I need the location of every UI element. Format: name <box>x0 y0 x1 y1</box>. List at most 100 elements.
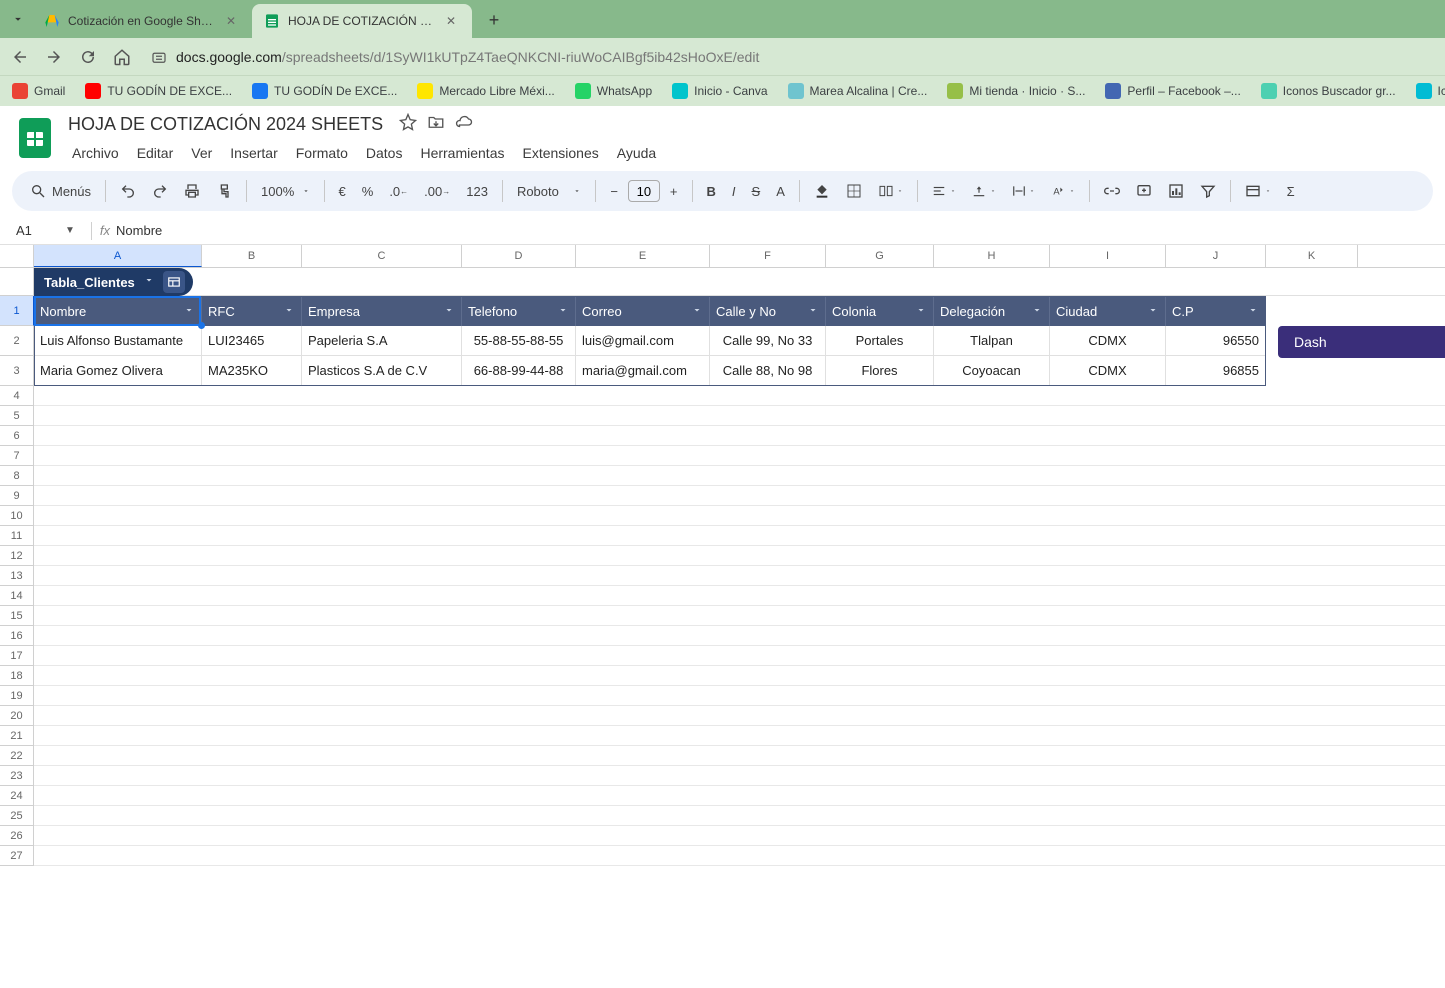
row-header[interactable]: 25 <box>0 806 34 826</box>
row-header[interactable]: 15 <box>0 606 34 626</box>
table-cell[interactable]: 66-88-99-44-88 <box>462 356 576 386</box>
increase-font-button[interactable]: + <box>664 180 684 203</box>
table-cell[interactable]: Plasticos S.A de C.V <box>302 356 462 386</box>
bookmark-item[interactable]: Iconos gratis PNG, I... <box>1416 83 1445 99</box>
table-cell[interactable]: MA235KO <box>202 356 302 386</box>
menu-datos[interactable]: Datos <box>358 141 411 165</box>
table-cell[interactable]: CDMX <box>1050 326 1166 356</box>
empty-cell-area[interactable] <box>34 826 1445 846</box>
row-header[interactable]: 14 <box>0 586 34 606</box>
empty-cell-area[interactable] <box>34 666 1445 686</box>
column-header[interactable]: G <box>826 245 934 267</box>
name-box-dropdown[interactable]: ▼ <box>65 225 83 236</box>
filter-dropdown-icon[interactable] <box>443 304 455 319</box>
table-cell[interactable]: CDMX <box>1050 356 1166 386</box>
row-header[interactable]: 24 <box>0 786 34 806</box>
column-header[interactable]: J <box>1166 245 1266 267</box>
functions-button[interactable]: Σ <box>1281 180 1301 203</box>
empty-cell-area[interactable] <box>34 606 1445 626</box>
row-header[interactable]: 26 <box>0 826 34 846</box>
table-column-header[interactable]: RFC <box>202 296 302 326</box>
column-header[interactable]: B <box>202 245 302 267</box>
column-header[interactable]: C <box>302 245 462 267</box>
redo-button[interactable] <box>146 179 174 203</box>
empty-cell-area[interactable] <box>34 786 1445 806</box>
bookmark-item[interactable]: Perfil – Facebook –... <box>1105 83 1240 99</box>
empty-cell-area[interactable] <box>34 726 1445 746</box>
percent-button[interactable]: % <box>356 180 380 203</box>
undo-button[interactable] <box>114 179 142 203</box>
h-align-button[interactable] <box>926 180 962 203</box>
spreadsheet-grid[interactable]: ABCDEFGHIJK Tabla_Clientes 1NombreRFCEmp… <box>0 245 1445 866</box>
filter-dropdown-icon[interactable] <box>1147 304 1159 319</box>
empty-cell-area[interactable] <box>34 686 1445 706</box>
empty-cell-area[interactable] <box>34 806 1445 826</box>
table-chip[interactable]: Tabla_Clientes <box>34 268 193 296</box>
row-header[interactable]: 20 <box>0 706 34 726</box>
table-cell[interactable]: Portales <box>826 326 934 356</box>
row-header[interactable]: 19 <box>0 686 34 706</box>
table-cell[interactable]: 96855 <box>1166 356 1266 386</box>
table-cell[interactable]: 96550 <box>1166 326 1266 356</box>
table-cell[interactable]: Calle 99, No 33 <box>710 326 826 356</box>
column-header[interactable]: E <box>576 245 710 267</box>
browser-tab-active[interactable]: HOJA DE COTIZACIÓN 2024 SH ✕ <box>252 4 472 38</box>
empty-cell-area[interactable] <box>34 586 1445 606</box>
strike-button[interactable]: S <box>746 180 767 203</box>
table-cell[interactable]: Papeleria S.A <box>302 326 462 356</box>
menu-formato[interactable]: Formato <box>288 141 356 165</box>
row-header[interactable]: 17 <box>0 646 34 666</box>
filter-dropdown-icon[interactable] <box>1031 304 1043 319</box>
row-header[interactable]: 9 <box>0 486 34 506</box>
table-column-header[interactable]: Calle y No <box>710 296 826 326</box>
row-header[interactable]: 3 <box>0 356 34 386</box>
table-column-header[interactable]: Ciudad <box>1050 296 1166 326</box>
star-icon[interactable] <box>399 113 417 136</box>
column-header[interactable]: D <box>462 245 576 267</box>
bookmark-item[interactable]: Mercado Libre Méxi... <box>417 83 554 99</box>
row-header[interactable]: 8 <box>0 466 34 486</box>
bookmark-item[interactable]: TU GODÍN De EXCE... <box>252 83 397 99</box>
text-color-button[interactable]: A <box>770 180 791 203</box>
bookmark-item[interactable]: Mi tienda · Inicio · S... <box>947 83 1085 99</box>
table-column-header[interactable]: C.P <box>1166 296 1266 326</box>
zoom-select[interactable]: 100% <box>255 180 315 203</box>
row-header[interactable]: 16 <box>0 626 34 646</box>
bookmark-item[interactable]: Iconos Buscador gr... <box>1261 83 1396 99</box>
back-button[interactable] <box>10 47 30 67</box>
empty-cell-area[interactable] <box>34 406 1445 426</box>
font-size-input[interactable]: 10 <box>628 180 660 202</box>
decrease-decimal-button[interactable]: .0← <box>383 180 414 203</box>
bookmark-item[interactable]: Inicio - Canva <box>672 83 767 99</box>
empty-cell-area[interactable] <box>34 746 1445 766</box>
row-header[interactable]: 1 <box>0 296 34 326</box>
column-header[interactable]: I <box>1050 245 1166 267</box>
table-column-header[interactable]: Telefono <box>462 296 576 326</box>
row-header[interactable]: 27 <box>0 846 34 866</box>
table-column-header[interactable]: Empresa <box>302 296 462 326</box>
table-cell[interactable]: luis@gmail.com <box>576 326 710 356</box>
menu-archivo[interactable]: Archivo <box>64 141 127 165</box>
document-title[interactable]: HOJA DE COTIZACIÓN 2024 SHEETS <box>64 112 387 137</box>
table-view-icon[interactable] <box>163 271 185 293</box>
table-column-header[interactable]: Colonia <box>826 296 934 326</box>
empty-cell-area[interactable] <box>34 466 1445 486</box>
borders-button[interactable] <box>840 179 868 203</box>
decrease-font-button[interactable]: − <box>604 180 624 203</box>
fill-color-button[interactable] <box>808 179 836 203</box>
fill-handle[interactable] <box>198 322 205 329</box>
table-cell[interactable]: Coyoacan <box>934 356 1050 386</box>
url-input[interactable]: docs.google.com/spreadsheets/d/1SyWI1kUT… <box>146 48 1435 66</box>
rotate-button[interactable]: A <box>1045 180 1081 203</box>
chart-button[interactable] <box>1162 179 1190 203</box>
forward-button[interactable] <box>44 47 64 67</box>
row-header[interactable]: 21 <box>0 726 34 746</box>
formula-input[interactable]: Nombre <box>116 223 162 238</box>
filter-dropdown-icon[interactable] <box>183 304 195 319</box>
more-formats-button[interactable]: 123 <box>460 180 494 203</box>
increase-decimal-button[interactable]: .00→ <box>418 180 456 203</box>
new-tab-button[interactable]: + <box>480 6 508 34</box>
bold-button[interactable]: B <box>701 180 722 203</box>
empty-cell-area[interactable] <box>34 526 1445 546</box>
cloud-icon[interactable] <box>455 113 473 136</box>
